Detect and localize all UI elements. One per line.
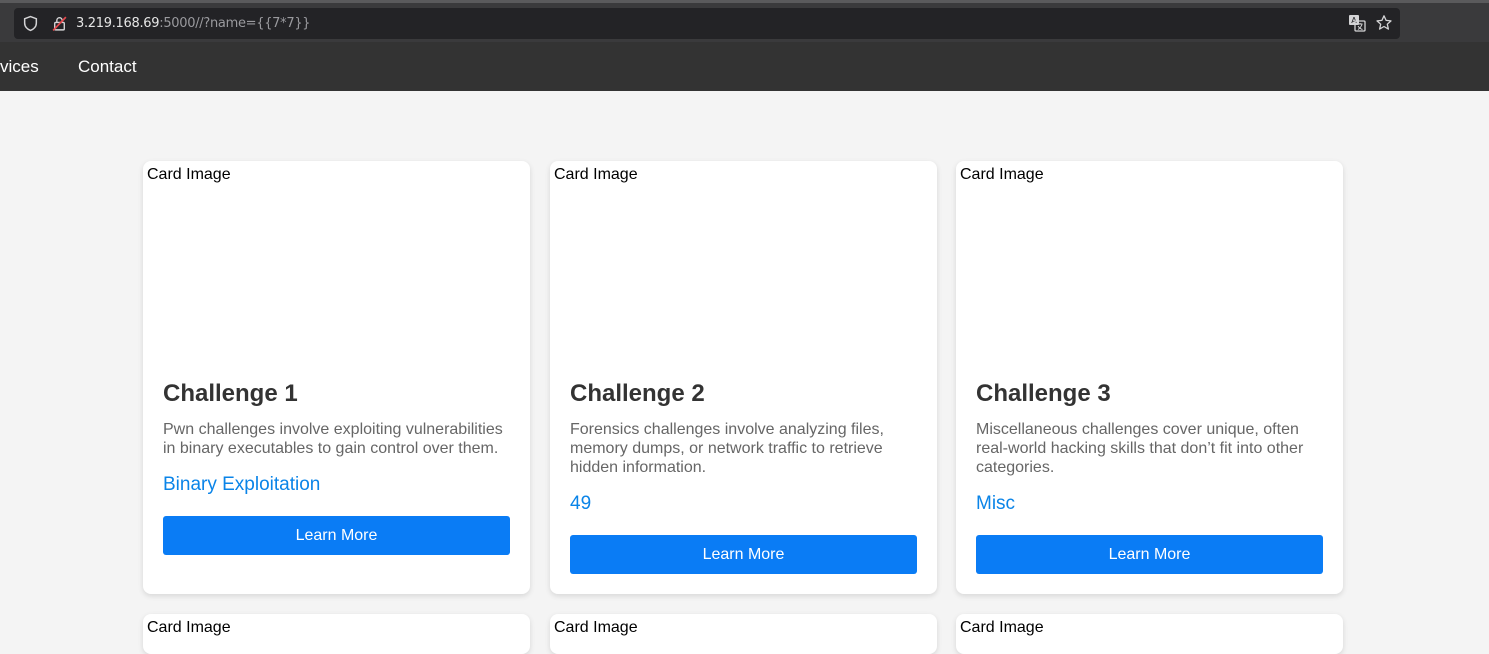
card-description: Forensics challenges involve analyzing f… [570, 421, 884, 476]
card-category-link[interactable]: 49 [570, 493, 591, 515]
nav-item-services[interactable]: vices [0, 42, 39, 91]
browser-toolbar: 3.219.168.69:5000//?name={{7*7}} A [0, 0, 1489, 42]
card-title: Challenge 3 [976, 380, 1111, 407]
url-text[interactable]: 3.219.168.69:5000//?name={{7*7}} [76, 8, 311, 39]
card-image: Card Image [554, 166, 638, 183]
address-bar[interactable]: 3.219.168.69:5000//?name={{7*7}} A [14, 8, 1400, 39]
card-title: Challenge 2 [570, 380, 705, 407]
challenge-card-4: Card Image [143, 614, 530, 654]
card-image: Card Image [960, 166, 1044, 183]
card-category-link[interactable]: Misc [976, 493, 1015, 515]
url-host: 3.219.168.69 [76, 16, 160, 31]
card-description: Pwn challenges involve exploiting vulner… [163, 421, 503, 457]
challenge-card-5: Card Image [550, 614, 937, 654]
card-image: Card Image [960, 619, 1044, 636]
learn-more-button[interactable]: Learn More [163, 516, 510, 555]
card-category-link[interactable]: Binary Exploitation [163, 474, 320, 496]
learn-more-button[interactable]: Learn More [570, 535, 917, 574]
card-description: Miscellaneous challenges cover unique, o… [976, 421, 1304, 476]
challenge-card-1: Card Image Challenge 1 Pwn challenges in… [143, 161, 530, 594]
card-image: Card Image [147, 619, 231, 636]
bookmark-star-icon[interactable] [1375, 14, 1393, 32]
url-path: :5000//?name={{7*7}} [159, 16, 311, 31]
insecure-lock-icon[interactable] [51, 15, 68, 32]
shield-icon[interactable] [22, 15, 39, 32]
card-image: Card Image [554, 619, 638, 636]
challenge-card-3: Card Image Challenge 3 Miscellaneous cha… [956, 161, 1343, 594]
challenge-card-2: Card Image Challenge 2 Forensics challen… [550, 161, 937, 594]
translate-icon[interactable]: A [1348, 14, 1366, 32]
card-title: Challenge 1 [163, 380, 298, 407]
learn-more-button[interactable]: Learn More [976, 535, 1323, 574]
nav-item-contact[interactable]: Contact [78, 42, 137, 91]
site-navbar: vices Contact [0, 42, 1489, 91]
card-image: Card Image [147, 166, 231, 183]
challenge-card-6: Card Image [956, 614, 1343, 654]
